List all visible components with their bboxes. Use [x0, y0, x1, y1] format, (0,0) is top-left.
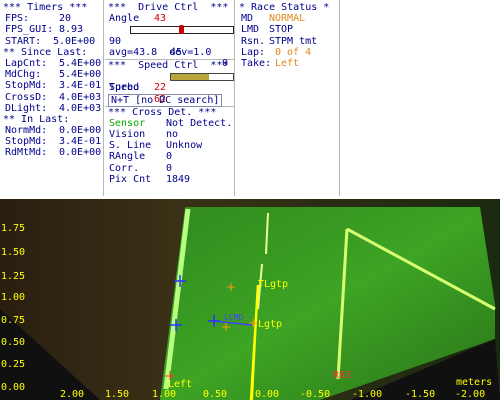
rangle-label: RAngle: [109, 151, 146, 163]
lmd-label: LMD: [241, 24, 260, 36]
corr-value: 0: [166, 162, 173, 174]
angle-slider-knob[interactable]: [179, 25, 184, 35]
nt-search-button[interactable]: N+T [no DC search]: [108, 93, 223, 107]
x-tick-neg-1-00: -1.00: [352, 389, 383, 400]
x-tick-neg-0-50: -0.50: [300, 389, 331, 400]
lapcnt-value: 5.4E+00: [59, 57, 102, 69]
fps-label: FPS:: [5, 13, 30, 25]
stopmd2-value: 3.4E-01: [59, 136, 102, 148]
rangle-value: 0: [166, 151, 173, 163]
normmd-value: 0.0E+00: [59, 125, 102, 137]
speed-ctrl-title: *** Speed Ctrl ***: [108, 59, 229, 71]
speed-bar-fill: [171, 74, 210, 81]
sensor-value: Not Detect.: [166, 117, 233, 129]
fps-gui-value: 8.93: [59, 24, 84, 36]
blue-measure-label: LCMD: [224, 313, 244, 322]
start-value: 5.0E+00: [53, 35, 96, 47]
y-tick-0-00: 0.00: [1, 382, 26, 393]
vision-label: Vision: [109, 129, 146, 141]
camera-view[interactable]: 1.75 1.50 1.25 1.00 0.75 0.50 0.25 0.00 …: [0, 199, 500, 400]
timers-title: *** Timers ***: [3, 2, 88, 13]
rsn-label: Rsn.: [241, 35, 266, 47]
drive-panel: *** Drive Ctrl *** Angle 43 90 45 0 avg=4…: [105, 0, 235, 196]
rsn-value: STPM tmt: [269, 35, 318, 47]
angle-slider[interactable]: [130, 25, 234, 35]
y-tick-1-50: 1.50: [1, 247, 26, 258]
stopmd-value: 3.4E-01: [59, 80, 102, 92]
lgtp-label: Lgtp: [258, 319, 283, 330]
crossd-value: 4.0E+03: [59, 91, 102, 103]
r63-label: R63: [333, 370, 352, 381]
pix-cnt-value: 1849: [166, 173, 191, 185]
x-tick-2-00: 2.00: [60, 389, 85, 400]
sline-label: S. Line: [109, 140, 152, 152]
timers-panel: *** Timers *** FPS: 20 FPS_GUI: 8.93 START…: [0, 0, 104, 196]
pix-cnt-label: Pix Cnt: [109, 173, 152, 185]
x-tick-neg-2-00: -2.00: [455, 389, 486, 400]
turbo-label: Turbo: [109, 82, 140, 94]
speed-bar[interactable]: [170, 73, 234, 82]
since-last-title: ** Since Last:: [3, 46, 88, 58]
y-tick-0-25: 0.25: [1, 359, 26, 370]
y-tick-1-00: 1.00: [1, 292, 26, 303]
md-label: MD: [241, 13, 254, 25]
fps-value: 20: [59, 13, 72, 25]
tlgtp-label: TLgtp: [258, 279, 289, 290]
race-status-title: * Race Status *: [239, 2, 330, 13]
rdmtmd-value: 0.0E+00: [59, 147, 102, 159]
lap-label: Lap:: [241, 46, 266, 58]
x-tick-neg-1-50: -1.50: [405, 389, 436, 400]
mdchg-label: MdChg:: [5, 69, 42, 81]
y-tick-1-75: 1.75: [1, 223, 26, 234]
left-edge-label: Left: [168, 379, 193, 390]
lap-value: 0 of 4: [275, 46, 312, 58]
angle-value: 43: [154, 13, 167, 25]
x-tick-1-00: 1.00: [152, 389, 177, 400]
vision-value: no: [166, 129, 179, 141]
in-last-title: ** In Last:: [3, 113, 70, 125]
x-tick-0-50: 0.50: [203, 389, 228, 400]
stopmd2-label: StopMd:: [5, 136, 48, 148]
sline-value: Unknow: [166, 140, 203, 152]
camera-overlay: [0, 199, 500, 400]
y-tick-0-75: 0.75: [1, 315, 26, 326]
lapcnt-label: LapCnt:: [5, 57, 48, 69]
corr-label: Corr.: [109, 162, 140, 174]
dlight-value: 4.0E+03: [59, 102, 102, 114]
stopmd-label: StopMd:: [5, 80, 48, 92]
race-status-panel: * Race Status * MD NORMAL LMD STOP Rsn. STP…: [236, 0, 340, 196]
crossd-label: CrossD:: [5, 91, 48, 103]
fps-gui-label: FPS_GUI:: [5, 24, 54, 36]
x-tick-1-50: 1.50: [105, 389, 130, 400]
turbo-value: 22: [154, 82, 167, 94]
x-tick-0-00: 0.00: [255, 389, 280, 400]
lmd-value: STOP: [269, 24, 294, 36]
sensor-label: Sensor: [109, 117, 146, 129]
md-value: NORMAL: [269, 13, 306, 25]
start-label: START:: [5, 35, 42, 47]
take-value: Left: [275, 57, 300, 69]
normmd-label: NormMd:: [5, 125, 48, 137]
take-label: Take:: [241, 57, 272, 69]
avg-dev-readout: avg=43.8 dev=1.0: [109, 46, 212, 58]
y-tick-1-25: 1.25: [1, 271, 26, 282]
y-tick-0-50: 0.50: [1, 337, 26, 348]
mdchg-value: 5.4E+00: [59, 69, 102, 81]
x-axis-units: meters: [456, 377, 493, 388]
rdmtmd-label: RdMtMd:: [5, 147, 48, 159]
dlight-label: DLight:: [5, 102, 48, 114]
drive-ctrl-title: *** Drive Ctrl ***: [108, 2, 229, 13]
angle-label: Angle: [109, 13, 140, 25]
cross-det-title: *** Cross Det. ***: [108, 106, 217, 118]
